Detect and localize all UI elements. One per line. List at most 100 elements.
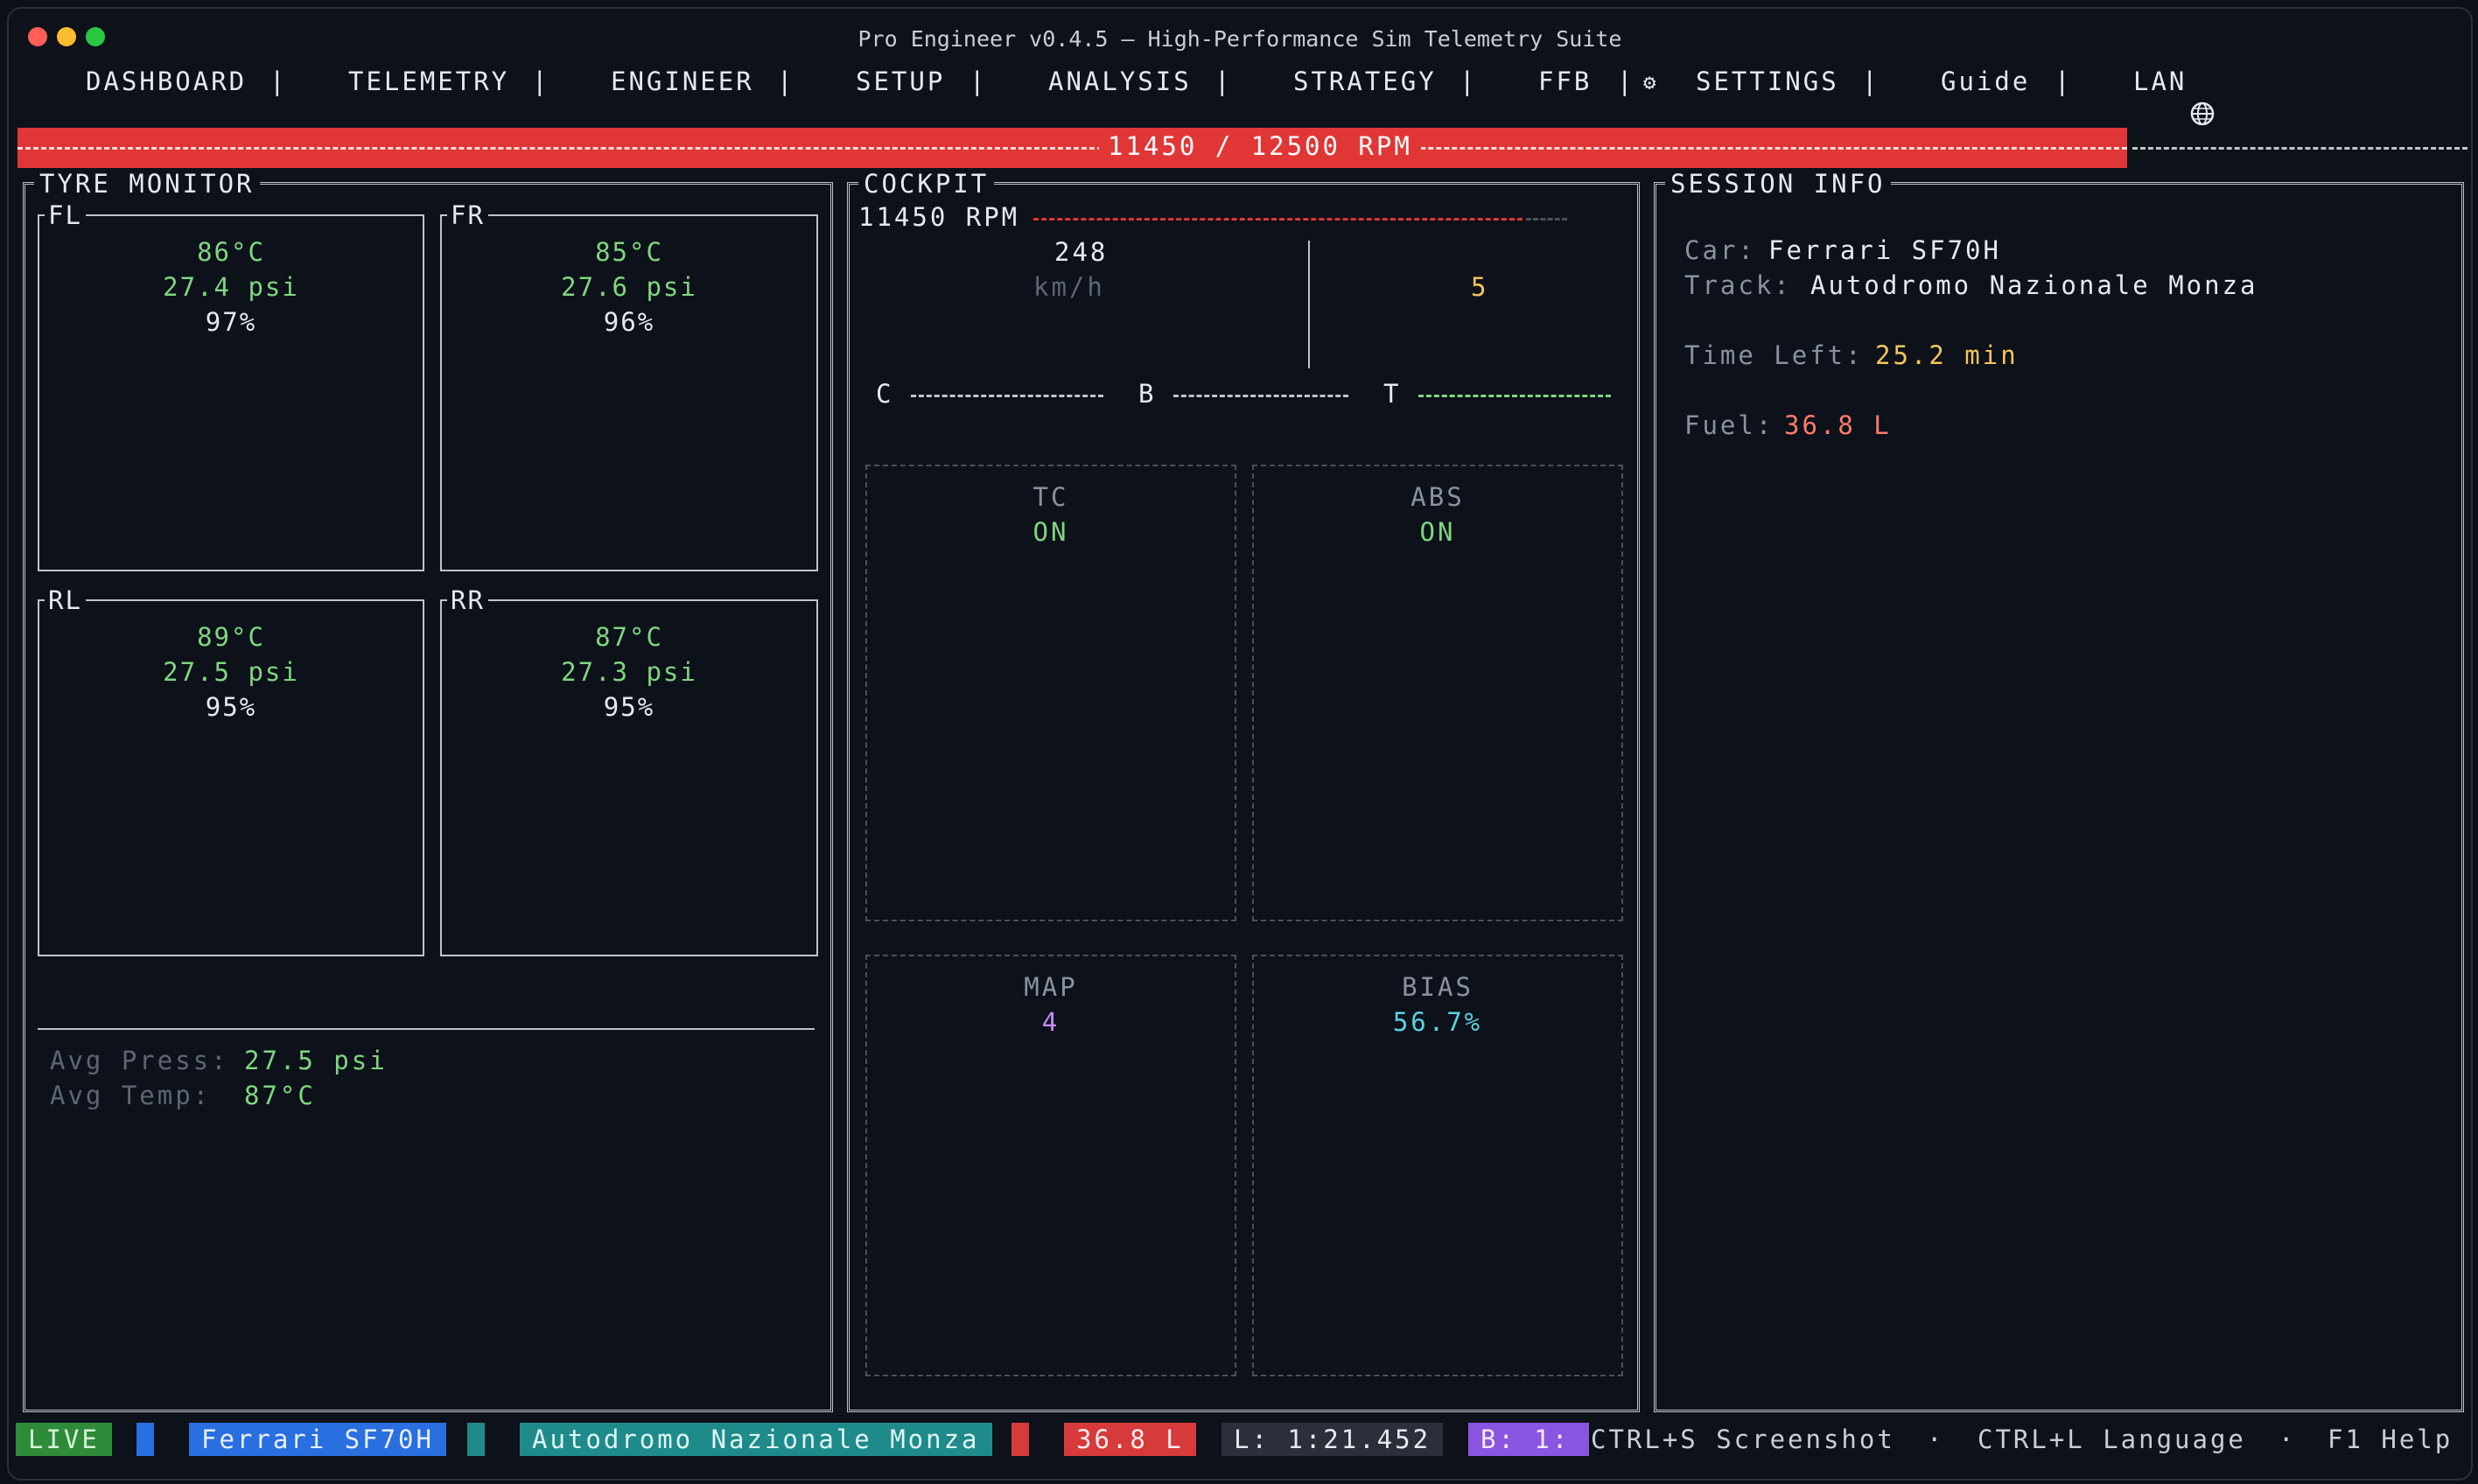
pedal-brake-bar (1173, 395, 1348, 397)
menu-separator: | (2054, 66, 2073, 96)
menu-analysis[interactable]: ANALYSIS (1048, 66, 1192, 96)
speed-value: 248 (1054, 237, 1109, 267)
tyre-temp: 85°C (595, 237, 663, 267)
menu-settings[interactable]: SETTINGS (1696, 66, 1839, 96)
menu-telemetry[interactable]: TELEMETRY (348, 66, 509, 96)
tyre-wear: 97% (205, 307, 257, 337)
pedal-clutch-label: C (876, 379, 894, 409)
menu-guide[interactable]: Guide (1941, 66, 2030, 96)
menu-bar: DASHBOARD | TELEMETRY | ENGINEER | SETUP… (9, 63, 2471, 126)
hint-screenshot[interactable]: CTRL+S Screenshot (1591, 1423, 1895, 1456)
tyre-card-fr: FR 85°C 27.6 psi 96% (440, 200, 818, 571)
menu-separator: | (532, 66, 550, 96)
tc-label: TC (1032, 482, 1069, 512)
divider (38, 1028, 815, 1030)
tyre-pressure: 27.4 psi (163, 272, 299, 302)
menu-separator: | (1214, 66, 1233, 96)
cockpit-title: COCKPIT (858, 169, 995, 199)
time-left-label: Time Left: (1684, 340, 1864, 370)
cockpit-rpm-gauge (1033, 218, 1522, 220)
tc-value: ON (1032, 517, 1069, 547)
status-bar: LIVE Ferrari SF70H Autodromo Nazionale M… (9, 1419, 2471, 1460)
abs-card: ABS ON (1252, 465, 1623, 921)
hint-separator: · (1927, 1424, 1945, 1454)
fuel-label: Fuel: (1684, 410, 1774, 440)
status-car: Ferrari SF70H (189, 1423, 446, 1456)
fuel-value: 36.8 L (1784, 410, 1892, 440)
status-fuel: 36.8 L (1064, 1423, 1196, 1456)
tyre-label: RR (447, 585, 488, 615)
abs-value: ON (1419, 517, 1456, 547)
map-value: 4 (1041, 1007, 1060, 1037)
menu-separator: | (1617, 66, 1635, 96)
gear-value: 5 (1471, 272, 1489, 302)
track-label: Track: (1684, 270, 1792, 300)
hint-separator: · (2278, 1424, 2297, 1454)
tyre-temp: 87°C (595, 622, 663, 652)
tyre-temp: 89°C (197, 622, 265, 652)
app-window: Pro Engineer v0.4.5 — High-Performance S… (7, 7, 2473, 1480)
menu-lan[interactable]: LAN (2133, 66, 2187, 96)
window-title: Pro Engineer v0.4.5 — High-Performance S… (858, 26, 1622, 52)
avg-press-value: 27.5 psi (244, 1046, 388, 1075)
live-badge: LIVE (16, 1423, 112, 1456)
speed-unit: km/h (1033, 272, 1105, 302)
menu-separator: | (970, 66, 988, 96)
cockpit-panel: COCKPIT 11450 RPM 248 km/h 5 C B T TC ON… (847, 169, 1640, 1412)
tyre-card-fl: FL 86°C 27.4 psi 97% (38, 200, 424, 571)
rpm-bar-remaining (2132, 147, 2468, 150)
rpm-bar-dashes (18, 147, 2127, 150)
car-label: Car: (1684, 235, 1756, 265)
tyre-card-rr: RR 87°C 27.3 psi 95% (440, 585, 818, 956)
rpm-bar: 11450 / 12500 RPM (18, 128, 2468, 168)
tyre-monitor-title: TYRE MONITOR (34, 169, 260, 199)
pedal-throttle-bar (1418, 395, 1611, 397)
speed-gear-divider (1308, 241, 1310, 368)
hint-help[interactable]: F1 Help (2328, 1423, 2453, 1456)
tc-card: TC ON (865, 465, 1236, 921)
menu-separator: | (1460, 66, 1478, 96)
avg-temp-value: 87°C (244, 1081, 316, 1110)
status-lap-time: L: 1:21.452 (1222, 1423, 1444, 1456)
car-color-swatch (136, 1423, 154, 1456)
bias-card: BIAS 56.7% (1252, 955, 1623, 1376)
tyre-monitor-panel: TYRE MONITOR FL 86°C 27.4 psi 97% FR 85°… (23, 169, 833, 1412)
car-value: Ferrari SF70H (1768, 235, 2001, 265)
menu-setup[interactable]: SETUP (856, 66, 945, 96)
pedal-brake-label: B (1138, 379, 1157, 409)
rpm-bar-label: 11450 / 12500 RPM (1099, 131, 1421, 161)
session-info-panel: SESSION INFO Car: Ferrari SF70H Track: A… (1654, 169, 2464, 1412)
tyre-label: FR (447, 200, 488, 230)
bias-label: BIAS (1402, 972, 1474, 1002)
map-card: MAP 4 (865, 955, 1236, 1376)
tyre-card-rl: RL 89°C 27.5 psi 95% (38, 585, 424, 956)
menu-separator: | (777, 66, 795, 96)
menu-strategy[interactable]: STRATEGY (1293, 66, 1437, 96)
pedal-clutch-bar (911, 395, 1103, 397)
title-bar: Pro Engineer v0.4.5 — High-Performance S… (9, 9, 2471, 61)
menu-dashboard[interactable]: DASHBOARD (86, 66, 247, 96)
menu-engineer[interactable]: ENGINEER (611, 66, 754, 96)
tyre-pressure: 27.6 psi (561, 272, 697, 302)
cockpit-rpm-gauge-remaining (1526, 218, 1567, 220)
tyre-wear: 95% (603, 692, 655, 722)
bias-value: 56.7% (1392, 1007, 1483, 1037)
hint-language[interactable]: CTRL+L Language (1978, 1423, 2246, 1456)
tyre-label: FL (45, 200, 86, 230)
session-info-title: SESSION INFO (1665, 169, 1891, 199)
status-brake: B: 1: (1468, 1423, 1589, 1456)
pedal-throttle-label: T (1383, 379, 1402, 409)
tyre-pressure: 27.5 psi (163, 657, 299, 687)
tyre-label: RL (45, 585, 86, 615)
avg-press-label: Avg Press: (50, 1046, 229, 1075)
fuel-color-swatch (1012, 1423, 1029, 1456)
time-left-value: 25.2 min (1875, 340, 2019, 370)
track-color-swatch (467, 1423, 485, 1456)
status-track: Autodromo Nazionale Monza (520, 1423, 992, 1456)
menu-ffb[interactable]: FFB (1538, 66, 1592, 96)
tyre-pressure: 27.3 psi (561, 657, 697, 687)
tyre-temp: 86°C (197, 237, 265, 267)
abs-label: ABS (1410, 482, 1465, 512)
gear-icon[interactable]: ⚙ (1643, 70, 1658, 94)
avg-temp-label: Avg Temp: (50, 1081, 212, 1110)
